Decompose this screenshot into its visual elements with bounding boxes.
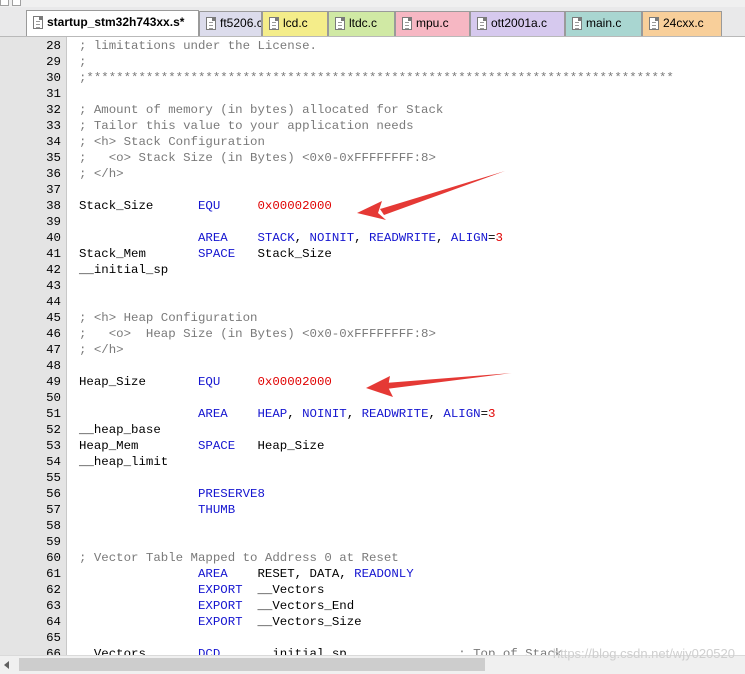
- watermark: https://blog.csdn.net/wjy020520: [552, 646, 735, 661]
- tab-label: startup_stm32h743xx.s*: [47, 15, 185, 29]
- tab-label: lcd.c: [283, 16, 308, 30]
- tab-6[interactable]: main.c: [565, 11, 642, 36]
- window-top-strip: [0, 0, 745, 7]
- annotation-arrow: [385, 373, 512, 389]
- scrollbar-thumb[interactable]: [19, 658, 485, 671]
- file-icon: [33, 16, 43, 29]
- tab-label: ott2001a.c: [491, 16, 548, 30]
- tab-1[interactable]: ft5206.c: [199, 11, 262, 36]
- tab-5[interactable]: ott2001a.c: [470, 11, 565, 36]
- code-editor[interactable]: 28; limitations under the License. 29; 30;…: [0, 37, 745, 655]
- file-icon: [206, 17, 216, 30]
- file-icon: [572, 17, 582, 30]
- tab-2[interactable]: lcd.c: [262, 11, 328, 36]
- tab-label: 24cxx.c: [663, 16, 704, 30]
- tab-label: main.c: [586, 16, 622, 30]
- tab-0[interactable]: startup_stm32h743xx.s*: [26, 10, 199, 36]
- annotation-arrow: [380, 171, 505, 215]
- tab-label: ft5206.c: [220, 16, 262, 30]
- file-icon: [649, 17, 659, 30]
- tab-7[interactable]: 24cxx.c: [642, 11, 722, 36]
- window-control-icon[interactable]: [12, 0, 21, 6]
- file-icon: [269, 17, 279, 30]
- tab-3[interactable]: ltdc.c: [328, 11, 395, 36]
- scroll-left-icon[interactable]: [4, 661, 9, 669]
- tab-label: mpu.c: [416, 16, 449, 30]
- file-icon: [335, 17, 345, 30]
- tab-label: ltdc.c: [349, 16, 378, 30]
- file-icon: [402, 17, 412, 30]
- editor-tab-bar: startup_stm32h743xx.s* ft5206.c lcd.c ltdc.…: [0, 7, 745, 37]
- file-icon: [477, 17, 487, 30]
- tab-4[interactable]: mpu.c: [395, 11, 470, 36]
- annotation-arrows: [357, 171, 512, 397]
- window-control-icon[interactable]: [0, 0, 9, 6]
